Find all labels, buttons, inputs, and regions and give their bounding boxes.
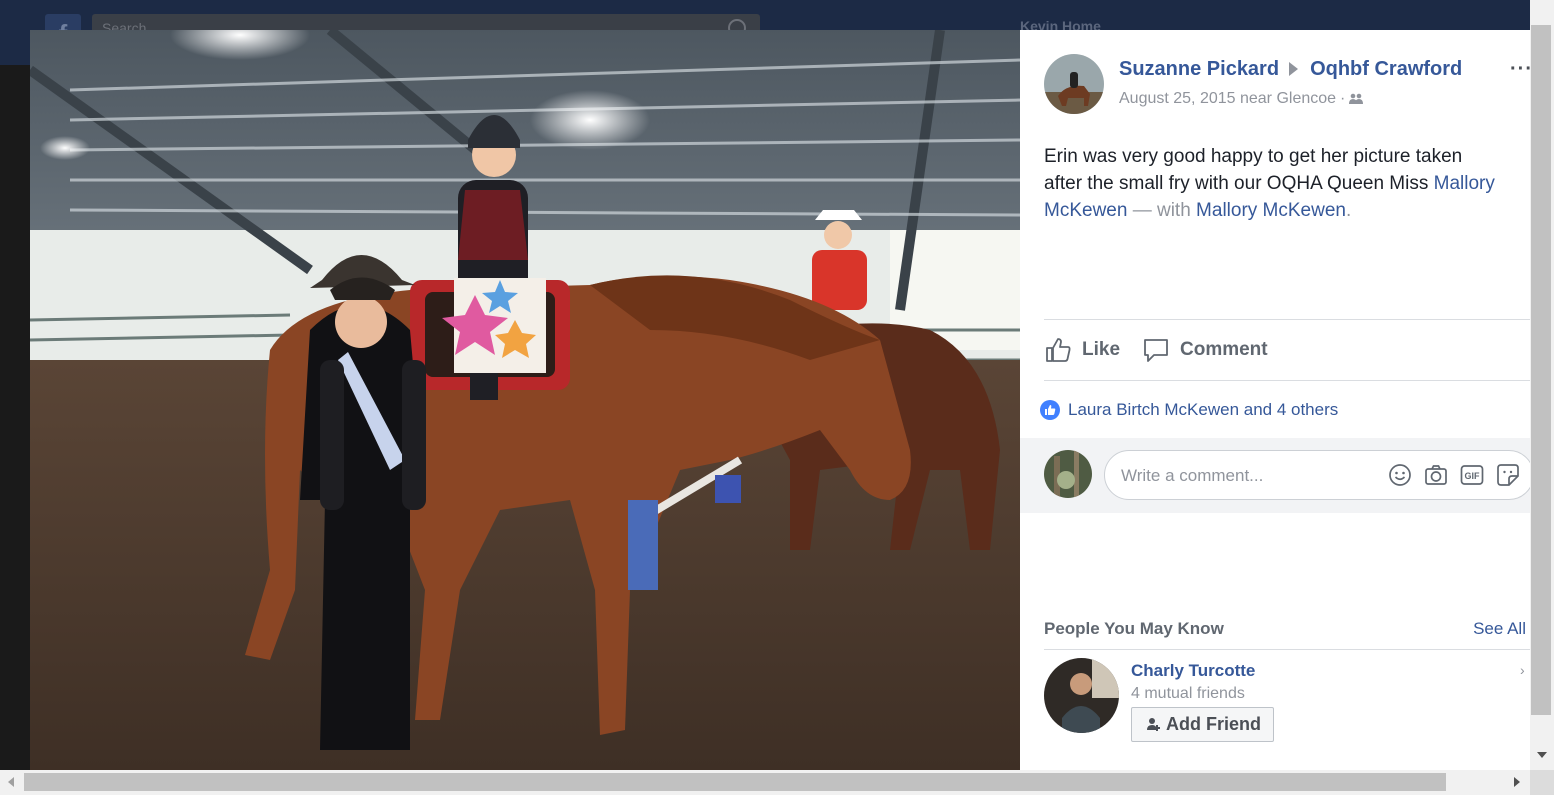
suggested-friend-name[interactable]: Charly Turcotte [1131, 661, 1255, 681]
sticker-icon[interactable] [1496, 463, 1520, 487]
like-button[interactable]: Like [1044, 336, 1120, 364]
current-user-avatar-image [1044, 450, 1092, 498]
gif-icon[interactable]: GIF [1460, 463, 1484, 487]
author-avatar-image [1044, 54, 1104, 114]
like-reaction-icon [1040, 400, 1060, 420]
meta-separator: · [1340, 90, 1346, 107]
group-audience-icon[interactable] [1349, 93, 1364, 105]
mutual-friends-count[interactable]: 4 mutual friends [1131, 685, 1245, 703]
arrow-right-icon [1289, 62, 1299, 77]
comment-box[interactable]: GIF [1104, 450, 1534, 501]
scroll-left-arrow-icon[interactable] [8, 777, 14, 787]
see-all-link[interactable]: See All [1473, 619, 1526, 639]
scroll-right-arrow-icon[interactable] [1514, 777, 1520, 787]
post-text: Erin was very good happy to get her pict… [1044, 143, 1504, 224]
emoji-icon[interactable] [1388, 463, 1412, 487]
photo-image [30, 30, 1020, 770]
comment-input[interactable] [1119, 451, 1373, 501]
post-text-period: . [1345, 200, 1352, 221]
vertical-scrollbar-thumb[interactable] [1531, 25, 1551, 715]
divider [1044, 649, 1530, 650]
suggested-friend-avatar-image [1044, 658, 1119, 733]
post-date-link[interactable]: August 25, 2015 near Glencoe [1119, 90, 1336, 107]
add-friend-label: Add Friend [1166, 714, 1261, 734]
post-photo[interactable] [30, 30, 1020, 770]
people-you-may-know-title: People You May Know [1044, 619, 1224, 638]
comment-icon [1144, 339, 1168, 362]
post-author-line: Suzanne Pickard Oqhbf Crawford [1119, 58, 1462, 81]
divider [1044, 380, 1530, 381]
comment-button[interactable]: Comment [1142, 336, 1268, 364]
with-text: — with [1127, 200, 1197, 221]
comment-label: Comment [1180, 339, 1268, 360]
divider [1044, 319, 1530, 320]
current-user-avatar[interactable] [1044, 450, 1092, 498]
thumbs-up-icon [1046, 338, 1071, 362]
group-name-link[interactable]: Oqhbf Crawford [1310, 58, 1462, 80]
reactions-text: Laura Birtch McKewen and 4 others [1068, 400, 1339, 419]
scroll-down-arrow-icon[interactable] [1537, 752, 1547, 758]
svg-text:GIF: GIF [1465, 471, 1481, 481]
add-friend-button[interactable]: Add Friend [1131, 707, 1274, 742]
with-person-link[interactable]: Mallory McKewen [1196, 200, 1346, 221]
add-friend-icon [1147, 717, 1160, 731]
camera-icon[interactable] [1424, 463, 1448, 487]
background-dim [0, 65, 30, 770]
author-name-link[interactable]: Suzanne Pickard [1119, 58, 1279, 80]
horizontal-scrollbar-thumb[interactable] [24, 773, 1446, 791]
author-avatar[interactable] [1044, 54, 1104, 114]
post-side-panel: Suzanne Pickard Oqhbf Crawford ··· August… [1020, 30, 1534, 770]
post-meta: August 25, 2015 near Glencoe · [1119, 90, 1364, 108]
scrollbar-corner [1530, 770, 1554, 795]
suggested-friend-avatar[interactable] [1044, 658, 1119, 733]
reactions-summary[interactable]: Laura Birtch McKewen and 4 others [1040, 400, 1338, 420]
post-text-main: Erin was very good happy to get her pict… [1044, 146, 1463, 194]
chevron-right-icon[interactable]: › [1520, 662, 1525, 678]
like-label: Like [1082, 339, 1121, 360]
